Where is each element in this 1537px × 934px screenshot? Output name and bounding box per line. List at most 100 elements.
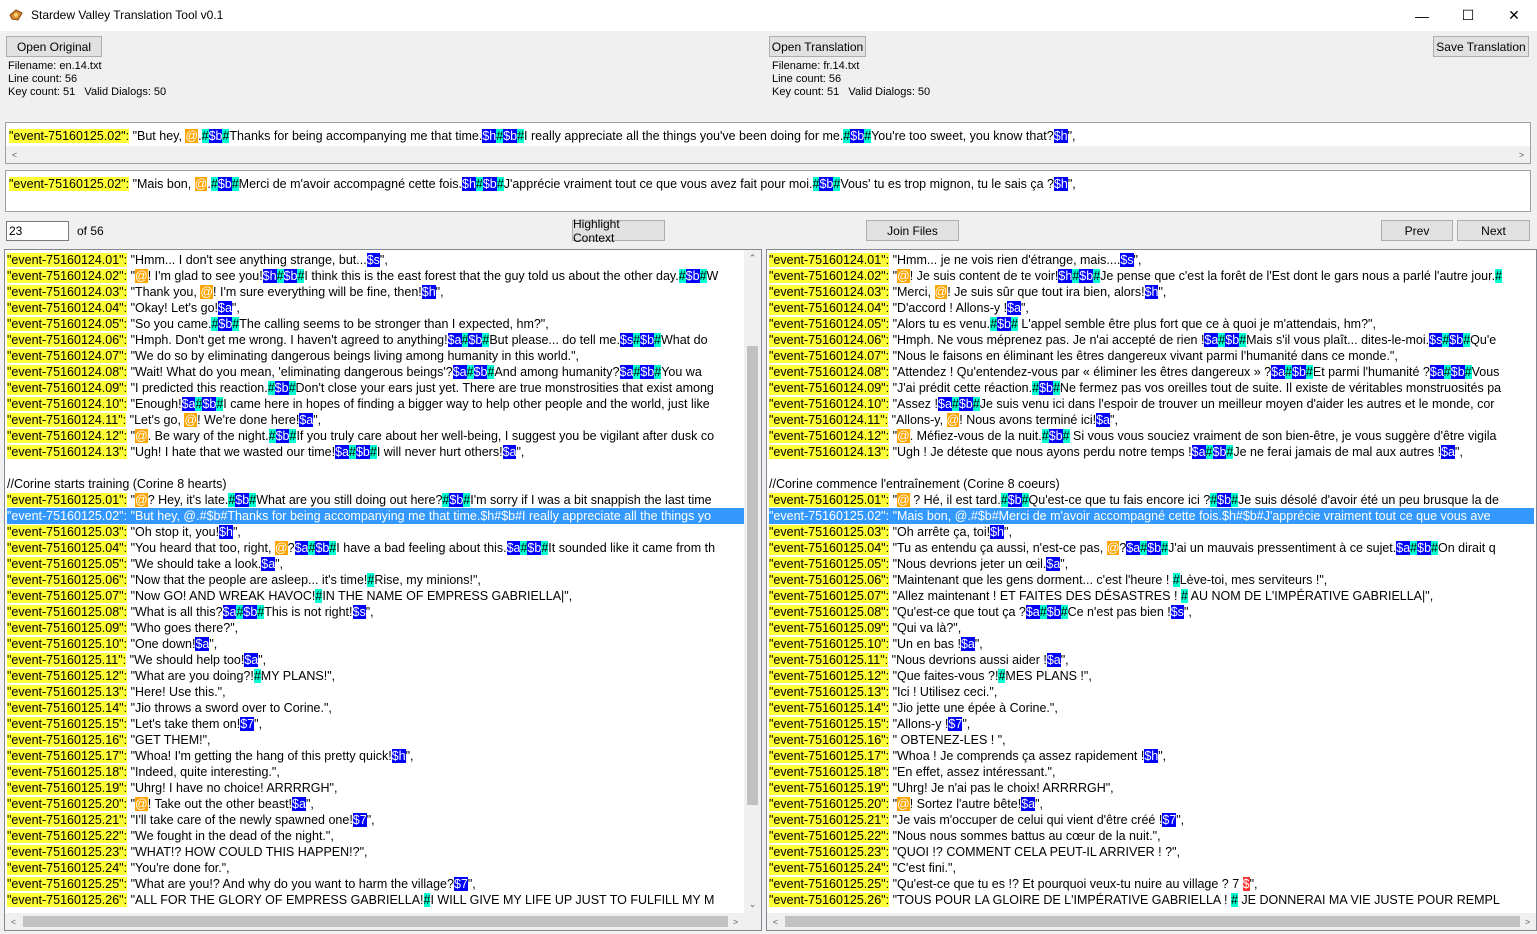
translation-line[interactable]: "event-75160124.13": "Ugh ! Je déteste q…: [769, 444, 1534, 460]
translation-line[interactable]: [769, 460, 1534, 476]
original-line[interactable]: "event-75160125.24": "You're done for.",: [7, 860, 744, 876]
scroll-right-icon[interactable]: >: [1519, 913, 1536, 930]
translation-line[interactable]: "event-75160124.11": "Allons-y, @! Nous …: [769, 412, 1534, 428]
original-line[interactable]: "event-75160125.11": "We should help too…: [7, 652, 744, 668]
close-icon[interactable]: ✕: [1491, 0, 1537, 31]
translation-line[interactable]: "event-75160125.18": "En effet, assez in…: [769, 764, 1534, 780]
translation-line[interactable]: "event-75160125.07": "Allez maintenant !…: [769, 588, 1534, 604]
translation-line[interactable]: "event-75160125.08": "Qu'est-ce que tout…: [769, 604, 1534, 620]
original-line[interactable]: "event-75160125.22": "We fought in the d…: [7, 828, 744, 844]
scroll-thumb[interactable]: [747, 346, 758, 805]
prev-button[interactable]: Prev: [1381, 220, 1453, 241]
translation-lines-panel[interactable]: "event-75160124.01": "Hmm... je ne vois …: [766, 249, 1537, 931]
translation-line[interactable]: "event-75160124.05": "Alors tu es venu.#…: [769, 316, 1534, 332]
translation-line[interactable]: "event-75160125.02": "Mais bon, @.#$b#Me…: [769, 508, 1534, 524]
translation-line[interactable]: "event-75160125.25": "Qu'est-ce que tu e…: [769, 876, 1534, 892]
join-files-button[interactable]: Join Files: [866, 220, 959, 241]
translation-line[interactable]: "event-75160125.14": "Jio jette une épée…: [769, 700, 1534, 716]
original-line[interactable]: "event-75160124.09": "I predicted this r…: [7, 380, 744, 396]
translation-line[interactable]: "event-75160125.15": "Allons-y !$7",: [769, 716, 1534, 732]
original-line[interactable]: //Corine starts training (Corine 8 heart…: [7, 476, 744, 492]
original-line[interactable]: "event-75160125.12": "What are you doing…: [7, 668, 744, 684]
translation-line[interactable]: "event-75160125.22": "Nous nous sommes b…: [769, 828, 1534, 844]
translation-lines-list[interactable]: "event-75160124.01": "Hmm... je ne vois …: [769, 252, 1534, 912]
original-line[interactable]: "event-75160124.06": "Hmph. Don't get me…: [7, 332, 744, 348]
translation-line[interactable]: "event-75160125.24": "C'est fini.",: [769, 860, 1534, 876]
translation-line[interactable]: "event-75160125.11": "Nous devrions auss…: [769, 652, 1534, 668]
original-line[interactable]: "event-75160124.12": "@. Be wary of the …: [7, 428, 744, 444]
line-number-input[interactable]: 23: [6, 221, 69, 241]
original-line[interactable]: "event-75160125.05": "We should take a l…: [7, 556, 744, 572]
translation-line[interactable]: "event-75160125.20": "@! Sortez l'autre …: [769, 796, 1534, 812]
original-line[interactable]: "event-75160125.20": "@! Take out the ot…: [7, 796, 744, 812]
original-line[interactable]: "event-75160125.17": "Whoa! I'm getting …: [7, 748, 744, 764]
original-line[interactable]: [7, 460, 744, 476]
translation-line[interactable]: "event-75160124.01": "Hmm... je ne vois …: [769, 252, 1534, 268]
original-line[interactable]: "event-75160125.07": "Now GO! AND WREAK …: [7, 588, 744, 604]
open-original-button[interactable]: Open Original: [6, 36, 102, 57]
original-line[interactable]: "event-75160124.08": "Wait! What do you …: [7, 364, 744, 380]
scroll-left-icon[interactable]: <: [6, 146, 23, 163]
translation-line[interactable]: "event-75160124.08": "Attendez ! Qu'ente…: [769, 364, 1534, 380]
original-line[interactable]: "event-75160125.13": "Here! Use this.",: [7, 684, 744, 700]
minimize-icon[interactable]: —: [1399, 0, 1445, 31]
current-translation-line[interactable]: "event-75160125.02": "Mais bon, @.#$b#Me…: [5, 170, 1531, 212]
horizontal-scrollbar[interactable]: < >: [5, 913, 744, 930]
translation-line[interactable]: "event-75160125.05": "Nous devrions jete…: [769, 556, 1534, 572]
translation-line[interactable]: "event-75160125.12": "Que faites-vous ?!…: [769, 668, 1534, 684]
original-line[interactable]: "event-75160124.07": "We do so by elimin…: [7, 348, 744, 364]
open-translation-button[interactable]: Open Translation: [769, 36, 866, 57]
original-line[interactable]: "event-75160125.09": "Who goes there?",: [7, 620, 744, 636]
vertical-scrollbar[interactable]: ⌃ ⌄: [744, 250, 761, 913]
original-line[interactable]: "event-75160125.15": "Let's take them on…: [7, 716, 744, 732]
scroll-thumb[interactable]: [23, 916, 728, 927]
translation-line[interactable]: "event-75160125.17": "Whoa ! Je comprend…: [769, 748, 1534, 764]
translation-line[interactable]: "event-75160125.01": "@ ? Hé, il est tar…: [769, 492, 1534, 508]
translation-line[interactable]: "event-75160124.12": "@. Méfiez-vous de …: [769, 428, 1534, 444]
original-line[interactable]: "event-75160125.19": "Uhrg! I have no ch…: [7, 780, 744, 796]
maximize-icon[interactable]: ☐: [1445, 0, 1491, 31]
original-line[interactable]: "event-75160125.08": "What is all this?$…: [7, 604, 744, 620]
original-line[interactable]: "event-75160125.18": "Indeed, quite inte…: [7, 764, 744, 780]
original-line[interactable]: "event-75160124.05": "So you came.#$b#Th…: [7, 316, 744, 332]
original-line[interactable]: "event-75160125.06": "Now that the peopl…: [7, 572, 744, 588]
translation-line[interactable]: "event-75160124.02": "@! Je suis content…: [769, 268, 1534, 284]
scroll-down-icon[interactable]: ⌄: [744, 896, 761, 913]
translation-line[interactable]: "event-75160124.06": "Hmph. Ne vous mépr…: [769, 332, 1534, 348]
scroll-left-icon[interactable]: <: [5, 913, 22, 930]
scroll-left-icon[interactable]: <: [767, 913, 784, 930]
original-line[interactable]: "event-75160124.03": "Thank you, @! I'm …: [7, 284, 744, 300]
translation-line[interactable]: "event-75160125.23": "QUOI !? COMMENT CE…: [769, 844, 1534, 860]
translation-line[interactable]: "event-75160125.03": "Oh arrête ça, toi!…: [769, 524, 1534, 540]
translation-line[interactable]: "event-75160124.03": "Merci, @! Je suis …: [769, 284, 1534, 300]
original-lines-list[interactable]: "event-75160124.01": "Hmm... I don't see…: [7, 252, 744, 912]
translation-line[interactable]: //Corine commence l'entraînement (Corine…: [769, 476, 1534, 492]
original-line[interactable]: "event-75160124.02": "@! I'm glad to see…: [7, 268, 744, 284]
save-translation-button[interactable]: Save Translation: [1433, 36, 1529, 57]
original-line[interactable]: "event-75160125.01": "@? Hey, it's late.…: [7, 492, 744, 508]
translation-line[interactable]: "event-75160125.21": "Je vais m'occuper …: [769, 812, 1534, 828]
translation-line[interactable]: "event-75160125.04": "Tu as entendu ça a…: [769, 540, 1534, 556]
original-line[interactable]: "event-75160125.10": "One down!$a",: [7, 636, 744, 652]
original-line[interactable]: "event-75160124.13": "Ugh! I hate that w…: [7, 444, 744, 460]
original-lines-panel[interactable]: "event-75160124.01": "Hmm... I don't see…: [4, 249, 762, 931]
translation-line[interactable]: "event-75160124.09": "J'ai prédit cette …: [769, 380, 1534, 396]
translation-line[interactable]: "event-75160125.26": "TOUS POUR LA GLOIR…: [769, 892, 1534, 908]
horizontal-scrollbar[interactable]: < >: [6, 146, 1530, 163]
translation-line[interactable]: "event-75160125.19": "Uhrg! Je n'ai pas …: [769, 780, 1534, 796]
translation-line[interactable]: "event-75160124.10": "Assez !$a#$b#Je su…: [769, 396, 1534, 412]
original-line[interactable]: "event-75160125.23": "WHAT!? HOW COULD T…: [7, 844, 744, 860]
original-line[interactable]: "event-75160125.03": "Oh stop it, you!$h…: [7, 524, 744, 540]
next-button[interactable]: Next: [1457, 220, 1530, 241]
original-line[interactable]: "event-75160125.04": "You heard that too…: [7, 540, 744, 556]
original-line[interactable]: "event-75160125.26": "ALL FOR THE GLORY …: [7, 892, 744, 908]
original-line[interactable]: "event-75160124.04": "Okay! Let's go!$a"…: [7, 300, 744, 316]
scroll-right-icon[interactable]: >: [727, 913, 744, 930]
current-original-line[interactable]: "event-75160125.02": "But hey, @.#$b#Tha…: [5, 122, 1531, 164]
translation-line[interactable]: "event-75160124.04": "D'accord ! Allons-…: [769, 300, 1534, 316]
scroll-right-icon[interactable]: >: [1513, 146, 1530, 163]
original-line[interactable]: "event-75160124.01": "Hmm... I don't see…: [7, 252, 744, 268]
translation-line[interactable]: "event-75160125.06": "Maintenant que les…: [769, 572, 1534, 588]
scroll-up-icon[interactable]: ⌃: [744, 250, 761, 267]
original-line[interactable]: "event-75160124.11": "Let's go, @! We're…: [7, 412, 744, 428]
